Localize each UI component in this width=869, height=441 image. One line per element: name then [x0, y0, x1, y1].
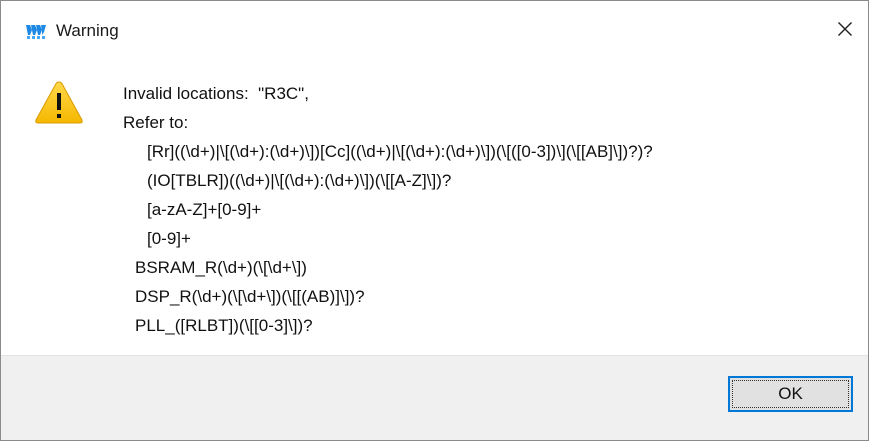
ok-button-label: OK [778, 384, 803, 403]
pattern-line-num: [0-9]+ [147, 229, 191, 248]
close-button[interactable] [823, 9, 867, 53]
ok-button[interactable]: OK [728, 376, 853, 412]
pattern-line-io: (IO[TBLR])((\d+)|\[(\d+):(\d+)\])(\[[A-Z… [147, 171, 452, 190]
logo-icon [25, 20, 47, 42]
button-bar: OK [1, 355, 868, 440]
close-icon [837, 21, 853, 42]
window-title: Warning [56, 21, 119, 40]
warning-dialog: Warning Invalid locations: "R3C", Refer … [0, 0, 869, 441]
message-line-refer: Refer to: [123, 113, 189, 132]
pattern-line-rc: [Rr]((\d+)|\[(\d+):(\d+)\])[Cc]((\d+)|\[… [147, 142, 653, 161]
pattern-line-alnum: [a-zA-Z]+[0-9]+ [147, 200, 262, 219]
message-text: Invalid locations: "R3C", Refer to: [Rr]… [1, 59, 868, 355]
title-bar[interactable]: Warning [1, 1, 868, 59]
pattern-line-bsram: BSRAM_R(\d+)(\[\d+\]) [135, 258, 307, 277]
pattern-line-pll: PLL_([RLBT])(\[[0-3]\])? [135, 316, 313, 335]
message-area: Invalid locations: "R3C", Refer to: [Rr]… [1, 59, 868, 355]
message-line-invalid: Invalid locations: "R3C", [123, 84, 309, 103]
pattern-line-dsp: DSP_R(\d+)(\[\d+\])(\[[(AB)]\])? [135, 287, 365, 306]
